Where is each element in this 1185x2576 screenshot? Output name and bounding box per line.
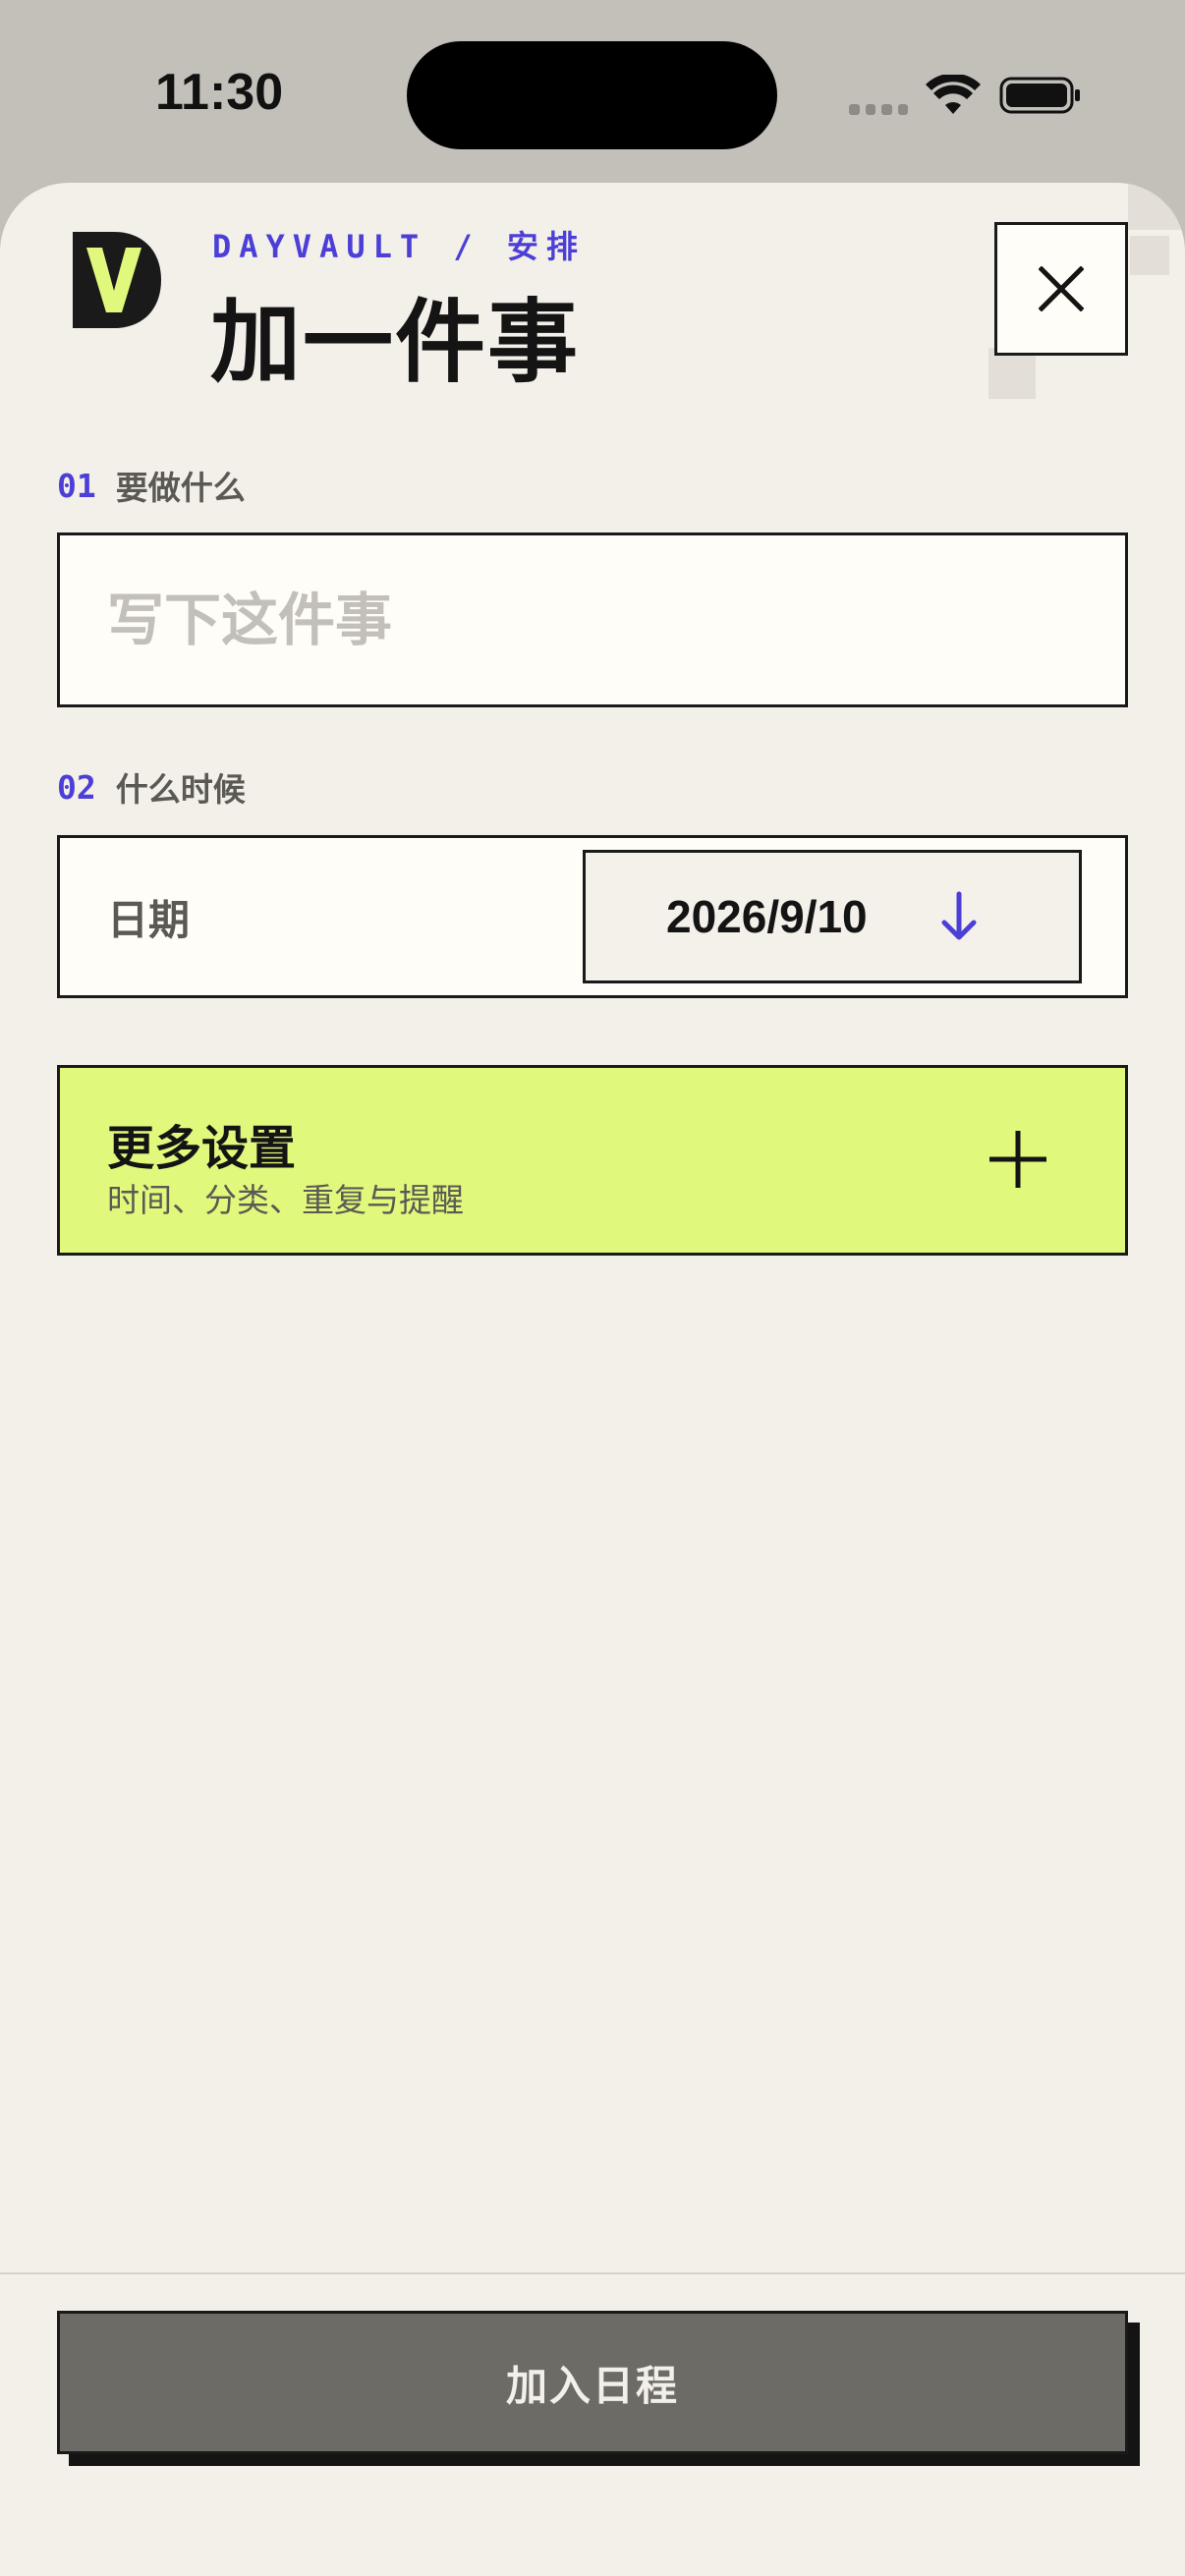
footer-divider bbox=[0, 2272, 1185, 2274]
arrow-down-icon bbox=[941, 891, 977, 940]
section-title: 什么时候 bbox=[115, 770, 246, 809]
app-eyebrow: DAYVAULT / 安排 bbox=[212, 228, 586, 265]
section-title: 要做什么 bbox=[115, 469, 246, 507]
cellular-signal-icon bbox=[849, 102, 908, 116]
decorative-pixel bbox=[1128, 183, 1185, 230]
close-button[interactable] bbox=[994, 222, 1128, 356]
date-picker-button[interactable]: 2026/9/10 bbox=[583, 850, 1082, 983]
section-number: 01 bbox=[57, 466, 96, 505]
dayvault-logo bbox=[73, 232, 161, 328]
close-icon bbox=[1039, 266, 1084, 311]
add-to-schedule-button[interactable]: 加入日程 bbox=[57, 2311, 1128, 2454]
plus-icon bbox=[989, 1131, 1046, 1188]
status-time: 11:30 bbox=[155, 64, 284, 121]
more-settings-title: 更多设置 bbox=[107, 1121, 297, 1176]
wifi-icon bbox=[926, 75, 981, 114]
add-event-screen: 11:30 DAYVAULT / 安排 加一件事 01 要做什么 写下这件事 0… bbox=[0, 0, 1185, 2576]
more-settings-subtitle: 时间、分类、重复与提醒 bbox=[107, 1181, 464, 1219]
date-value: 2026/9/10 bbox=[666, 891, 868, 942]
battery-icon bbox=[999, 77, 1080, 114]
section-what-label: 01 要做什么 bbox=[57, 462, 246, 509]
date-label: 日期 bbox=[107, 895, 191, 944]
status-bar: 11:30 bbox=[0, 0, 1185, 183]
add-event-sheet: DAYVAULT / 安排 加一件事 01 要做什么 02 什么时候 日期 20… bbox=[0, 183, 1185, 2576]
section-when-label: 02 什么时候 bbox=[57, 763, 246, 811]
more-settings-button[interactable]: 更多设置 时间、分类、重复与提醒 bbox=[57, 1065, 1128, 1256]
date-row: 日期 2026/9/10 bbox=[57, 835, 1128, 998]
dynamic-island bbox=[407, 41, 777, 149]
section-number: 02 bbox=[57, 767, 96, 807]
page-title: 加一件事 bbox=[210, 290, 581, 395]
decorative-pixel bbox=[1130, 236, 1169, 275]
task-title-input[interactable] bbox=[57, 532, 1128, 707]
